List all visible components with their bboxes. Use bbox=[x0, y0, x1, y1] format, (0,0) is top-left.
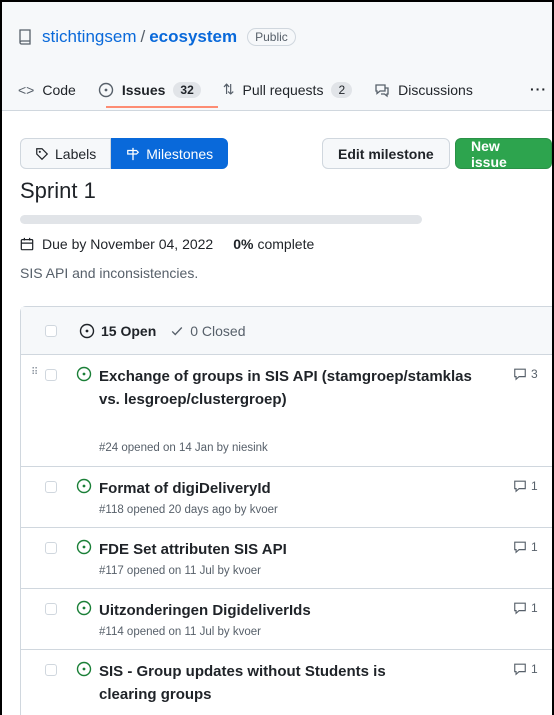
milestone-icon bbox=[127, 147, 140, 160]
issue-list: 15 Open 0 Closed ⠿ Exchange of groups in… bbox=[20, 306, 552, 715]
issue-icon bbox=[98, 82, 114, 97]
issue-list-header: 15 Open 0 Closed bbox=[21, 307, 552, 355]
issue-checkbox[interactable] bbox=[45, 369, 57, 381]
tab-code[interactable]: <> Code bbox=[18, 82, 76, 98]
repo-title: stichtingsem / ecosystem Public bbox=[18, 27, 296, 47]
milestone-title: Sprint 1 bbox=[20, 178, 96, 203]
new-issue-button[interactable]: New issue bbox=[455, 138, 552, 170]
select-all-checkbox[interactable] bbox=[45, 324, 57, 337]
repo-header: stichtingsem / ecosystem Public <> Code … bbox=[2, 2, 552, 111]
comment-icon bbox=[514, 541, 526, 554]
comment-icon bbox=[514, 480, 526, 493]
comment-icon bbox=[514, 602, 526, 615]
issue-open-icon bbox=[76, 661, 92, 677]
milestones-button-label: Milestones bbox=[146, 145, 214, 162]
issue-title-link[interactable]: SIS - Group updates without Students is … bbox=[99, 660, 429, 706]
issue-comment-count: 1 bbox=[531, 601, 538, 615]
tab-issues-label: Issues bbox=[121, 81, 166, 98]
repo-name-link[interactable]: ecosystem bbox=[149, 27, 237, 47]
milestones-button[interactable]: Milestones bbox=[111, 138, 229, 169]
issue-open-icon bbox=[76, 600, 92, 616]
issue-comments-link[interactable]: 3 bbox=[513, 367, 538, 381]
issue-row[interactable]: ⠿ Exchange of groups in SIS API (stamgro… bbox=[21, 355, 552, 467]
issue-open-icon bbox=[76, 478, 92, 494]
issue-checkbox[interactable] bbox=[45, 542, 57, 554]
pull-requests-count-badge: 2 bbox=[331, 81, 353, 98]
open-issues-count: 15 Open bbox=[101, 322, 157, 339]
issue-comment-count: 1 bbox=[531, 540, 538, 554]
tab-pull-requests-label: Pull requests bbox=[242, 81, 324, 98]
closed-issues-count: 0 Closed bbox=[190, 322, 246, 339]
issue-title-link[interactable]: Uitzonderingen DigideliverIds bbox=[99, 599, 489, 622]
visibility-badge: Public bbox=[247, 28, 296, 46]
milestone-percent-label: complete bbox=[257, 236, 315, 252]
milestone-due-row: Due by November 04, 2022 0% complete bbox=[20, 236, 314, 252]
open-issues-filter[interactable]: 15 Open bbox=[79, 323, 156, 339]
tab-code-label: Code bbox=[42, 81, 76, 98]
issue-meta: #24 opened on 14 Jan by niesink bbox=[99, 442, 268, 454]
issue-row[interactable]: Format of digiDeliveryId #118 opened 20 … bbox=[21, 467, 552, 528]
issue-title-link[interactable]: Exchange of groups in SIS API (stamgroep… bbox=[99, 365, 489, 411]
repo-separator: / bbox=[140, 27, 146, 46]
issue-title-link[interactable]: FDE Set attributen SIS API bbox=[99, 538, 489, 561]
issue-meta: #117 opened on 11 Jul by kvoer bbox=[99, 565, 261, 577]
labels-button-label: Labels bbox=[55, 145, 97, 162]
milestone-percent: 0% bbox=[233, 236, 254, 252]
issue-title-link[interactable]: Format of digiDeliveryId bbox=[99, 477, 489, 500]
issues-count-badge: 32 bbox=[173, 81, 201, 98]
issue-row[interactable]: Uitzonderingen DigideliverIds #114 opene… bbox=[21, 589, 552, 650]
issue-comments-link[interactable]: 1 bbox=[513, 540, 538, 554]
drag-handle-icon[interactable]: ⠿ bbox=[31, 367, 38, 378]
repo-tabs: <> Code Issues 32 ⇅ Pull requests 2 Disc… bbox=[18, 81, 495, 98]
issue-open-icon bbox=[76, 366, 92, 382]
closed-issues-filter[interactable]: 0 Closed bbox=[170, 322, 246, 339]
tab-issues[interactable]: Issues 32 bbox=[98, 81, 201, 98]
calendar-icon bbox=[20, 237, 34, 251]
more-icon[interactable]: ··· bbox=[530, 81, 547, 97]
issue-comments-link[interactable]: 1 bbox=[513, 479, 538, 493]
code-icon: <> bbox=[18, 81, 35, 98]
comment-icon bbox=[514, 368, 526, 381]
tag-icon bbox=[36, 147, 49, 160]
repo-owner-link[interactable]: stichtingsem bbox=[42, 27, 136, 47]
milestone-progress-bar bbox=[20, 215, 422, 224]
issue-row[interactable]: SIS - Group updates without Students is … bbox=[21, 650, 552, 715]
issue-checkbox[interactable] bbox=[45, 603, 57, 615]
milestone-description: SIS API and inconsistencies. bbox=[20, 265, 199, 281]
issue-comments-link[interactable]: 1 bbox=[513, 662, 538, 676]
issue-meta: #114 opened on 11 Jul by kvoer bbox=[99, 626, 261, 638]
issue-checkbox[interactable] bbox=[45, 481, 57, 493]
issue-comment-count: 1 bbox=[531, 479, 538, 493]
tab-discussions-label: Discussions bbox=[398, 81, 473, 98]
labels-button[interactable]: Labels bbox=[20, 138, 112, 169]
active-tab-indicator bbox=[106, 106, 218, 108]
issue-comment-count: 1 bbox=[531, 662, 538, 676]
issue-row[interactable]: FDE Set attributen SIS API #117 opened o… bbox=[21, 528, 552, 589]
issue-meta: #118 opened 20 days ago by kvoer bbox=[99, 504, 278, 516]
issue-open-icon bbox=[76, 539, 92, 555]
labels-milestones-toggle: Labels Milestones bbox=[20, 138, 229, 169]
milestone-due-date: Due by November 04, 2022 bbox=[42, 236, 214, 252]
comment-icon bbox=[514, 663, 526, 676]
pull-request-icon: ⇅ bbox=[222, 81, 235, 97]
issue-comments-link[interactable]: 1 bbox=[513, 601, 538, 615]
tab-pull-requests[interactable]: ⇅ Pull requests 2 bbox=[222, 81, 353, 98]
issue-checkbox[interactable] bbox=[45, 664, 57, 676]
discussion-icon bbox=[375, 83, 389, 97]
check-icon bbox=[171, 326, 183, 335]
repo-icon bbox=[19, 29, 31, 45]
browser-frame: stichtingsem / ecosystem Public <> Code … bbox=[0, 0, 554, 715]
tab-discussions[interactable]: Discussions bbox=[374, 82, 473, 98]
issue-open-icon bbox=[79, 323, 95, 338]
edit-milestone-button[interactable]: Edit milestone bbox=[322, 138, 450, 169]
issue-comment-count: 3 bbox=[531, 367, 538, 381]
